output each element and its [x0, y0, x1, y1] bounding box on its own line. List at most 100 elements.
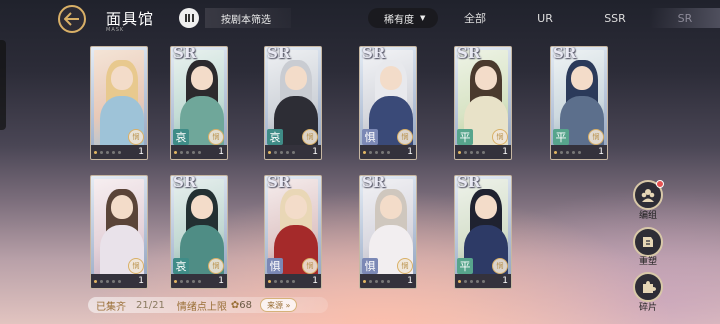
star-dot — [292, 150, 295, 154]
emotion-tag: 平 — [457, 129, 473, 145]
star-dot — [482, 279, 485, 283]
portrait-face — [285, 66, 307, 90]
star-dot — [180, 150, 183, 154]
mask-type-badge: 悯 — [302, 258, 318, 274]
mask-card[interactable]: SR 哀 悯 1 — [264, 46, 322, 160]
star-dot — [118, 150, 121, 154]
emotion-tag: 平 — [457, 258, 473, 274]
mask-card[interactable]: 悯1 — [90, 46, 148, 160]
star-dot — [470, 150, 473, 154]
fragments-button[interactable] — [633, 272, 663, 302]
star-dot — [198, 150, 201, 154]
mask-card[interactable]: SR 平 悯 1 — [550, 46, 608, 160]
source-label: 来源 » — [266, 300, 291, 310]
rarity-label: SR — [173, 175, 197, 191]
back-button[interactable] — [58, 5, 86, 33]
card-footer: 1 — [360, 274, 416, 288]
mask-card[interactable]: SR 哀 悯 1 — [170, 46, 228, 160]
card-count: 1 — [138, 147, 144, 157]
portrait-face — [111, 66, 133, 90]
page-subtitle: MASK — [106, 27, 125, 33]
emotion-tag: 哀 — [267, 129, 283, 145]
menu-icon[interactable] — [179, 8, 199, 28]
star-dot — [560, 150, 563, 154]
star-dot — [106, 150, 109, 154]
mask-type-badge: 悯 — [588, 129, 604, 145]
star-dot — [186, 150, 189, 154]
star-dot — [174, 279, 177, 283]
mask-card[interactable]: SR 惧 悯 1 — [359, 46, 417, 160]
star-level — [268, 150, 312, 154]
star-dot — [198, 279, 201, 283]
collected-value: 21/21 — [136, 299, 165, 311]
puzzle-icon — [643, 281, 656, 293]
star-dot — [369, 279, 372, 283]
mask-card[interactable]: 悯1 — [90, 175, 148, 289]
star-dot — [369, 150, 372, 154]
card-count: 1 — [218, 147, 224, 157]
group-label: 编组 — [638, 211, 657, 221]
star-dot — [186, 279, 189, 283]
script-filter-label: 按剧本筛选 — [221, 14, 271, 26]
star-dot — [292, 279, 295, 283]
star-dot — [566, 150, 569, 154]
star-dot — [112, 279, 115, 283]
emotion-cap-label: 情绪点上限 — [176, 301, 227, 313]
portrait-face — [475, 195, 497, 219]
star-dot — [482, 150, 485, 154]
tab-sr[interactable]: SR — [650, 8, 720, 28]
mask-type-badge: 悯 — [302, 129, 318, 145]
tab-ur[interactable]: UR — [510, 8, 580, 28]
star-level — [554, 150, 598, 154]
mask-card[interactable]: SR 惧 悯 1 — [359, 175, 417, 289]
star-dot — [470, 279, 473, 283]
reshape-button[interactable] — [633, 227, 663, 257]
mask-card[interactable]: SR 惧 悯 1 — [264, 175, 322, 289]
script-filter-button[interactable]: 按剧本筛选 — [205, 8, 291, 28]
star-dot — [268, 279, 271, 283]
collection-status-bar: 已集齐 21/21 情绪点上限 ✿ 68 来源 » — [88, 297, 328, 313]
star-dot — [192, 150, 195, 154]
portrait-face — [191, 195, 213, 219]
star-dot — [458, 150, 461, 154]
mask-card[interactable]: SR 平 悯 1 — [454, 46, 512, 160]
star-level — [94, 279, 138, 283]
mask-card[interactable]: SR 哀 悯 1 — [170, 175, 228, 289]
tab-all[interactable]: 全部 — [440, 8, 510, 28]
star-dot — [106, 279, 109, 283]
card-count: 1 — [502, 147, 508, 157]
portrait-face — [475, 66, 497, 90]
rarity-sort-label: 稀有度 — [384, 14, 414, 26]
rarity-label: SR — [362, 175, 386, 191]
star-level — [174, 279, 218, 283]
tab-ssr[interactable]: SSR — [580, 8, 650, 28]
star-dot — [192, 279, 195, 283]
mask-type-badge: 悯 — [208, 258, 224, 274]
star-dot — [554, 150, 557, 154]
mask-card[interactable]: SR 平 悯 1 — [454, 175, 512, 289]
emotion-tag: 平 — [553, 129, 569, 145]
star-dot — [118, 279, 121, 283]
emotion-tag: 惧 — [362, 258, 378, 274]
mask-type-badge: 悯 — [128, 258, 144, 274]
source-button[interactable]: 来源 » — [259, 298, 298, 312]
card-footer: 1 — [551, 145, 607, 159]
star-level — [458, 279, 502, 283]
portrait-face — [191, 66, 213, 90]
portrait-face — [111, 195, 133, 219]
star-dot — [174, 150, 177, 154]
star-dot — [180, 279, 183, 283]
star-dot — [381, 279, 384, 283]
rarity-sort-dropdown[interactable]: 稀有度 ▼ — [368, 8, 438, 28]
mask-type-badge: 悯 — [492, 129, 508, 145]
left-edge-handle — [0, 40, 6, 130]
star-dot — [464, 279, 467, 283]
card-footer: 1 — [91, 145, 147, 159]
star-dot — [286, 279, 289, 283]
star-dot — [274, 150, 277, 154]
star-dot — [268, 150, 271, 154]
emotion-cap-flower-icon: ✿ — [230, 299, 240, 311]
card-count: 1 — [218, 276, 224, 286]
star-dot — [94, 279, 97, 283]
star-level — [363, 150, 407, 154]
